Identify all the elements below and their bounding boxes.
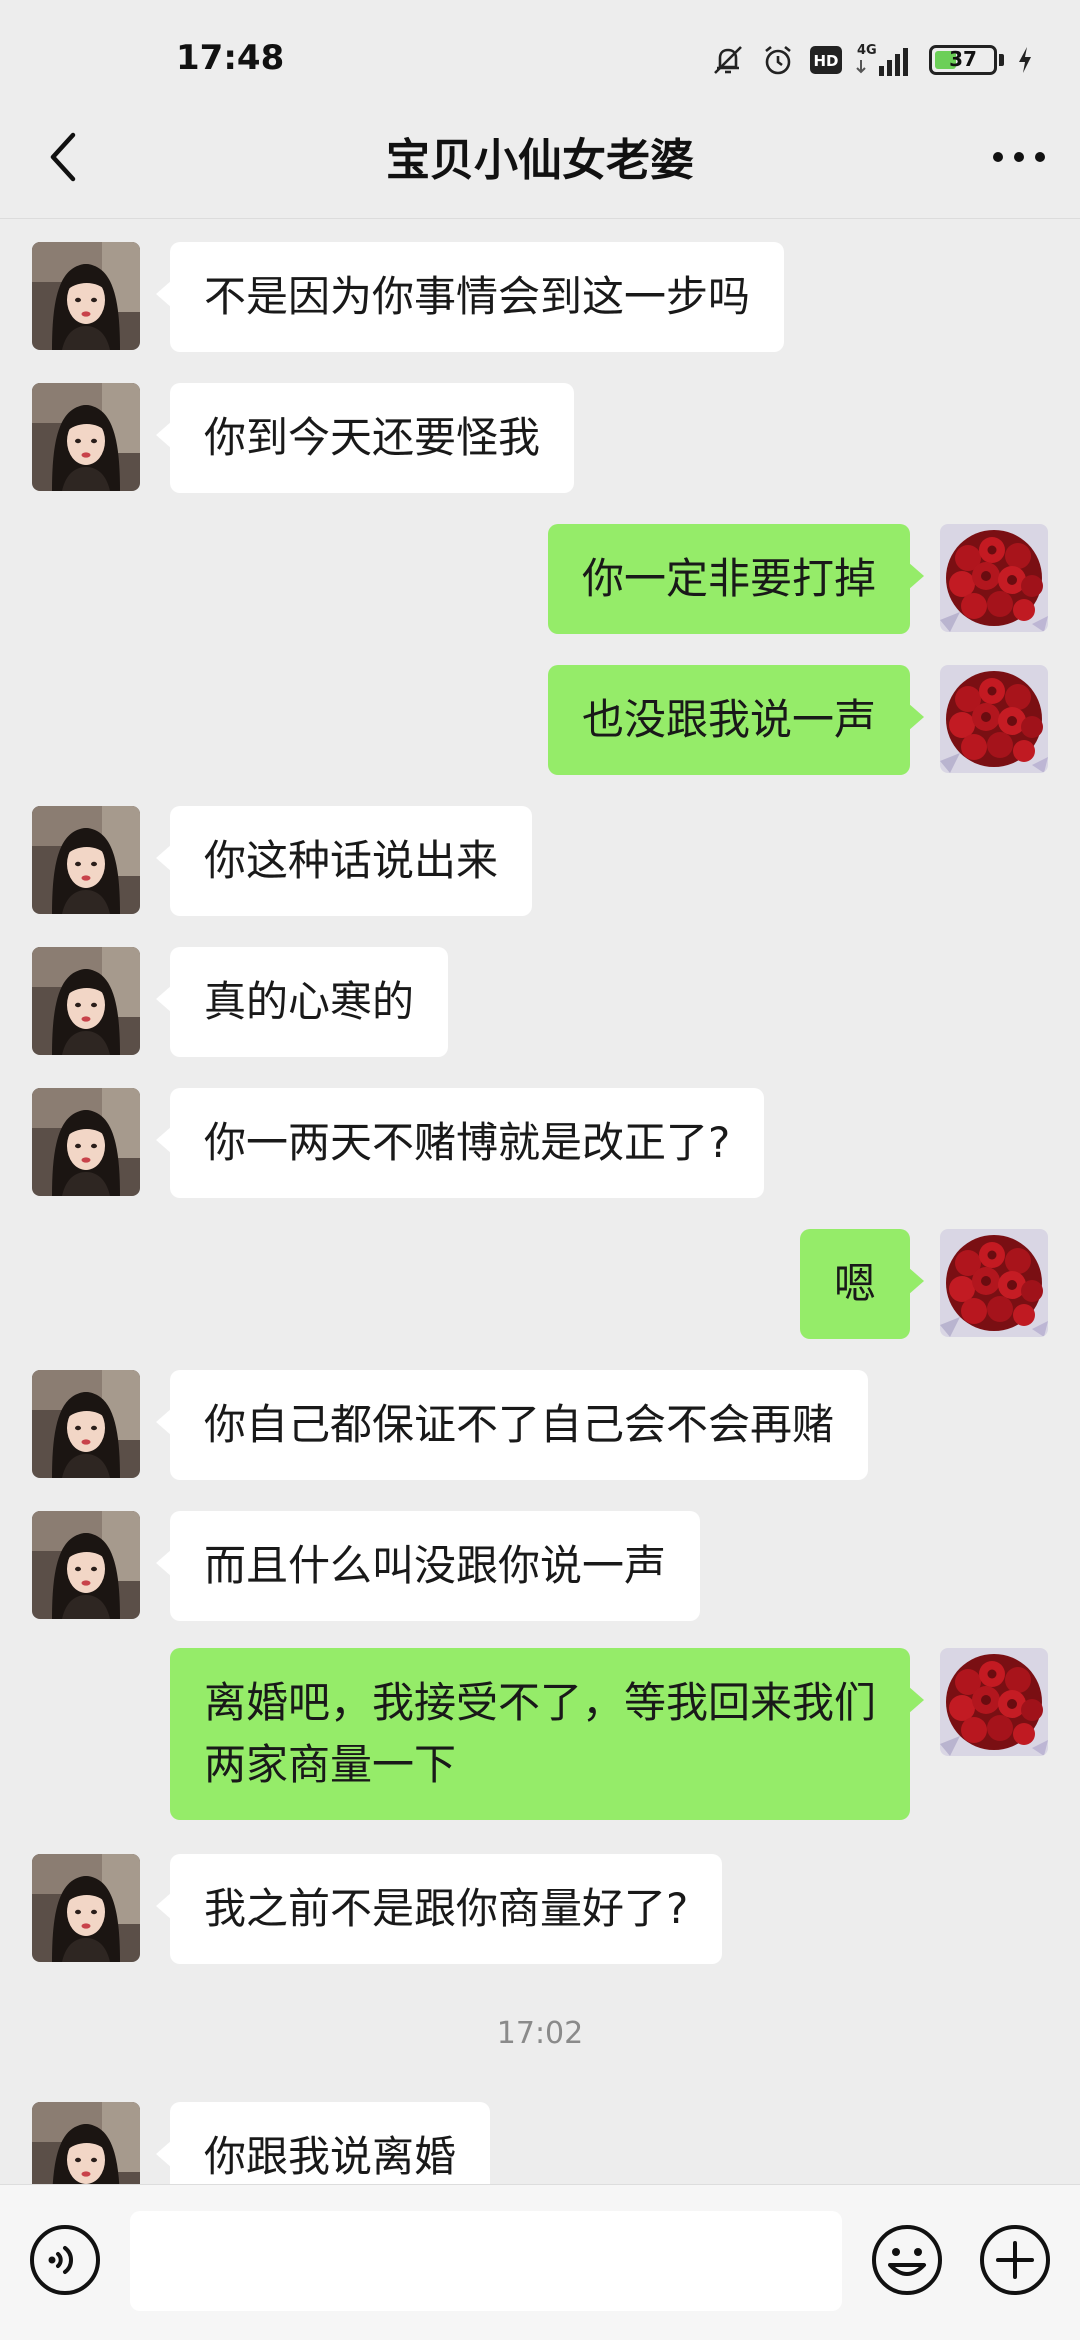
contact-avatar[interactable] [32, 1088, 140, 1196]
contact-avatar[interactable] [32, 242, 140, 350]
more-functions-button[interactable] [978, 2223, 1052, 2297]
message-bubble[interactable]: 你跟我说离婚 [155, 2102, 491, 2184]
emoji-icon [872, 2225, 942, 2295]
message-list[interactable]: 不是因为你事情会到这一步吗 你到今天还要怪我 你一定非要打掉 也没跟我说一声 你… [0, 220, 1080, 2184]
my-avatar[interactable] [940, 665, 1048, 773]
message-bubble[interactable]: 你这种话说出来 [155, 806, 533, 916]
mute-bell-icon [709, 41, 747, 79]
message-bubble[interactable]: 也没跟我说一声 [547, 665, 925, 775]
contact-avatar[interactable] [32, 1370, 140, 1478]
my-avatar[interactable] [940, 1229, 1048, 1337]
more-dots-icon [993, 152, 1045, 162]
contact-avatar[interactable] [32, 1854, 140, 1962]
svg-text:HD: HD [813, 52, 838, 70]
contact-avatar[interactable] [32, 2102, 140, 2184]
status-icons: HD 4G 37 [709, 36, 1034, 84]
contact-avatar[interactable] [32, 1511, 140, 1619]
input-bar [0, 2184, 1080, 2340]
contact-avatar[interactable] [32, 383, 140, 491]
message-bubble[interactable]: 离婚吧，我接受不了，等我回来我们两家商量一下 [170, 1648, 924, 1820]
more-button[interactable] [984, 122, 1054, 192]
chat-header: 宝贝小仙女老婆 [0, 110, 1080, 200]
battery-level: 37 [949, 47, 977, 71]
message-bubble[interactable]: 你到今天还要怪我 [155, 383, 575, 493]
status-time: 17:48 [176, 38, 285, 78]
emoji-button[interactable] [870, 2223, 944, 2297]
message-bubble[interactable]: 嗯 [799, 1229, 925, 1339]
my-avatar[interactable] [940, 1648, 1048, 1756]
message-bubble[interactable]: 我之前不是跟你商量好了? [155, 1854, 723, 1964]
charging-icon [1016, 45, 1034, 75]
plus-icon [980, 2225, 1050, 2295]
my-avatar[interactable] [940, 524, 1048, 632]
message-bubble[interactable]: 你一定非要打掉 [547, 524, 925, 634]
chat-title: 宝贝小仙女老婆 [386, 135, 694, 186]
contact-avatar[interactable] [32, 806, 140, 914]
message-bubble[interactable]: 你一两天不赌博就是改正了? [155, 1088, 765, 1198]
voice-icon [30, 2225, 100, 2295]
header-divider [0, 218, 1080, 219]
status-bar: 17:48 HD 4G 37 [0, 0, 1080, 96]
message-input[interactable] [130, 2211, 842, 2311]
chat-screen: 17:48 HD 4G 37 宝贝小仙女老婆 不是因为你事情会到这一步吗 你到今… [0, 0, 1080, 2340]
message-bubble[interactable]: 真的心寒的 [155, 947, 449, 1057]
hd-icon: HD [809, 45, 843, 75]
time-divider: 17:02 [496, 2016, 584, 2051]
message-bubble[interactable]: 不是因为你事情会到这一步吗 [155, 242, 785, 352]
message-bubble[interactable]: 而且什么叫没跟你说一声 [155, 1511, 701, 1621]
svg-text:4G: 4G [857, 43, 877, 58]
contact-avatar[interactable] [32, 947, 140, 1055]
signal-4g-icon: 4G [855, 40, 917, 80]
battery-icon: 37 [929, 45, 997, 75]
voice-button[interactable] [28, 2223, 102, 2297]
alarm-icon [759, 41, 797, 79]
message-bubble[interactable]: 你自己都保证不了自己会不会再赌 [155, 1370, 869, 1480]
